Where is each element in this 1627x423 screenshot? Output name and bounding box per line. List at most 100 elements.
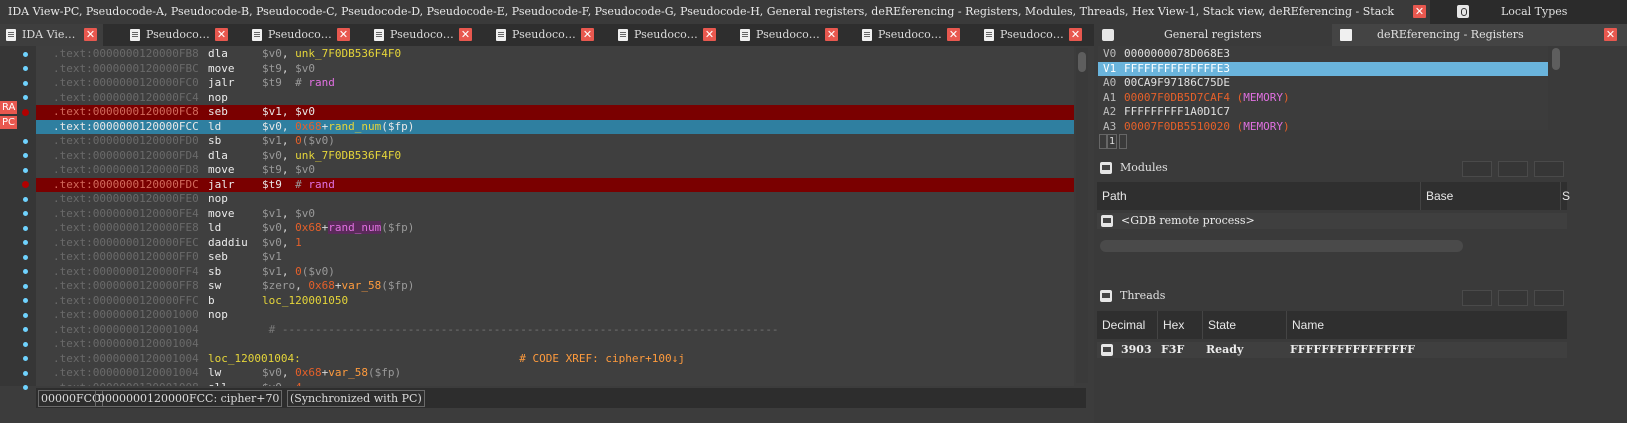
line-marker[interactable] <box>23 269 28 275</box>
tab-pseudocode[interactable]: Pseudoco… ✕ <box>856 24 966 46</box>
tab-close-button[interactable]: ✕ <box>581 28 594 41</box>
threads-panel-button[interactable] <box>1462 290 1492 306</box>
tab-pseudocode[interactable]: Pseudoco… ✕ <box>246 24 356 46</box>
disasm-line[interactable]: .text:0000000120000FBC move $t9, $v0 <box>36 62 1074 77</box>
main-tab-group[interactable]: IDA View-PC, Pseudocode-A, Pseudocode-B,… <box>0 0 1430 24</box>
tab-pseudocode[interactable]: Pseudoco… ✕ <box>612 24 722 46</box>
pager-next[interactable] <box>1119 134 1127 149</box>
disasm-line[interactable]: .text:0000000120000FE4 move $v1, $v0 <box>36 207 1074 222</box>
disasm-line[interactable]: .text:0000000120001000 nop <box>36 308 1074 323</box>
tab-deref-registers[interactable]: deREferencing - Registers ✕ <box>1332 24 1627 46</box>
disasm-line[interactable]: .text:0000000120000FC0 jalr $t9 # rand <box>36 76 1074 91</box>
column-header-name[interactable]: Name <box>1287 311 1567 339</box>
line-marker[interactable] <box>23 327 28 333</box>
disasm-line[interactable]: .text:0000000120000FE0 nop <box>36 192 1074 207</box>
disasm-line[interactable]: .text:0000000120001004 # ---------------… <box>36 323 1074 338</box>
breakpoint-marker[interactable] <box>22 108 29 116</box>
line-marker[interactable] <box>23 138 28 144</box>
disasm-line[interactable]: .text:0000000120000FFC b loc_120001050 <box>36 294 1074 309</box>
tab-close-button[interactable]: ✕ <box>825 28 838 41</box>
tab-close-button[interactable]: ✕ <box>84 28 97 41</box>
modules-panel-button[interactable] <box>1462 161 1492 177</box>
modules-panel-button[interactable] <box>1534 161 1564 177</box>
disasm-line[interactable]: .text:0000000120000FF4 sb $v1, 0($v0) <box>36 265 1074 280</box>
line-marker[interactable] <box>23 341 28 347</box>
disasm-line[interactable]: .text:0000000120000FB8 dla $v0, unk_7F0DB5… <box>36 47 1074 62</box>
tab-close-button[interactable]: ✕ <box>703 28 716 41</box>
register-row[interactable]: V0 0000000078D068E3 <box>1098 47 1548 62</box>
disasm-line[interactable]: .text:0000000120001008 sll $v0, 4 <box>36 381 1074 387</box>
disasm-line[interactable]: .text:0000000120000FEC daddiu $v0, 1 <box>36 236 1074 251</box>
tab-close-button[interactable]: ✕ <box>459 28 472 41</box>
modules-hscrollbar[interactable] <box>1100 240 1463 252</box>
scroll-thumb[interactable] <box>1552 48 1560 70</box>
disasm-line[interactable]: .text:0000000120000FD4 dla $v0, unk_7F0DB5… <box>36 149 1074 164</box>
pager-page[interactable]: 1 <box>1107 134 1117 149</box>
disasm-line[interactable]: .text:0000000120000FE8 ld $v0, 0x68+rand_n… <box>36 221 1074 236</box>
threads-panel-button[interactable] <box>1534 290 1564 306</box>
disasm-line[interactable]: .text:0000000120000FDC jalr $t9 # rand <box>36 177 1074 192</box>
line-marker[interactable] <box>23 167 28 173</box>
disasm-line[interactable]: .text:0000000120000FC8 seb $v1, $v0 <box>36 105 1074 120</box>
registers-scrollbar[interactable] <box>1551 48 1561 128</box>
tab-pseudocode[interactable]: Pseudoco… ✕ <box>490 24 600 46</box>
line-marker[interactable] <box>23 51 28 57</box>
tab-ida-view[interactable]: IDA Vie… ✕ <box>0 24 103 46</box>
disasm-line[interactable]: .text:0000000120000FC4 nop <box>36 91 1074 106</box>
threads-panel-button[interactable] <box>1498 290 1528 306</box>
line-marker[interactable] <box>23 385 28 391</box>
disasm-line[interactable]: .text:0000000120000FCC ld $v0, 0x68+rand_n… <box>36 119 1074 134</box>
table-row[interactable]: <GDB remote process> <box>1097 213 1567 229</box>
table-row[interactable]: 3903 F3F Ready FFFFFFFFFFFFFFFF <box>1097 342 1567 358</box>
line-marker[interactable] <box>23 153 28 159</box>
tab-pseudocode[interactable]: Pseudoco… ✕ <box>734 24 844 46</box>
column-header-path[interactable]: Path <box>1097 182 1421 210</box>
disasm-line[interactable]: .text:0000000120001004 lw $v0, 0x68+var_58… <box>36 366 1074 381</box>
register-row[interactable]: A1 00007F0DB5D7CAF4 (MEMORY) <box>1098 91 1548 106</box>
main-tab-close-button[interactable]: ✕ <box>1413 5 1426 18</box>
register-row[interactable]: A2 FFFFFFFFF1A0D1C7 <box>1098 105 1548 120</box>
tab-local-types[interactable]: Local Types <box>1447 0 1627 24</box>
register-row[interactable]: V1 FFFFFFFFFFFFFFE3 <box>1098 61 1548 76</box>
line-marker[interactable] <box>23 95 28 101</box>
breakpoint-marker[interactable] <box>22 181 29 189</box>
line-marker[interactable] <box>23 370 28 376</box>
line-marker[interactable] <box>23 196 28 202</box>
general-registers-list[interactable]: V0 0000000078D068E3 V1 FFFFFFFFFFFFFFE3 A0 00… <box>1098 46 1548 133</box>
disasm-line[interactable]: .text:0000000120000FD8 move $t9, $v0 <box>36 163 1074 178</box>
tab-close-button[interactable]: ✕ <box>947 28 960 41</box>
tab-pseudocode[interactable]: Pseudoco… ✕ <box>978 24 1088 46</box>
line-marker[interactable] <box>23 240 28 246</box>
line-marker[interactable] <box>23 356 28 362</box>
disasm-scrollbar[interactable] <box>1076 48 1088 383</box>
tab-close-button[interactable]: ✕ <box>337 28 350 41</box>
column-header-decimal[interactable]: Decimal <box>1097 311 1158 339</box>
register-row[interactable]: A0 00CA9F97186C75DE <box>1098 76 1548 91</box>
register-row[interactable]: A3 00007F0DB5510020 (MEMORY) <box>1098 120 1548 135</box>
column-header-size[interactable]: S <box>1561 182 1570 210</box>
tab-pseudocode[interactable]: Pseudoco… ✕ <box>124 24 234 46</box>
line-marker[interactable] <box>23 298 28 304</box>
disasm-line[interactable]: .text:0000000120001004 <box>36 337 1074 352</box>
tab-close-button[interactable]: ✕ <box>215 28 228 41</box>
tab-pseudocode[interactable]: Pseudoco… ✕ <box>368 24 478 46</box>
tab-close-button[interactable]: ✕ <box>1069 28 1082 41</box>
line-marker[interactable] <box>23 66 28 72</box>
column-header-hex[interactable]: Hex <box>1158 311 1203 339</box>
tab-close-button[interactable]: ✕ <box>1604 28 1617 41</box>
disasm-gutter[interactable]: RA PC <box>0 46 36 391</box>
column-header-base[interactable]: Base <box>1421 182 1561 210</box>
line-marker[interactable] <box>23 225 28 231</box>
column-header-state[interactable]: State <box>1203 311 1287 339</box>
line-marker[interactable] <box>23 312 28 318</box>
line-marker[interactable] <box>23 211 28 217</box>
code-label-line[interactable]: .text:0000000120001004 loc_120001004: # C… <box>36 352 1074 367</box>
line-marker[interactable] <box>23 283 28 289</box>
disasm-line[interactable]: .text:0000000120000FF8 sw $zero, 0x68+var_… <box>36 279 1074 294</box>
line-marker[interactable] <box>23 254 28 260</box>
tab-general-registers[interactable]: General registers <box>1094 24 1332 46</box>
disassembly-view[interactable]: .text:0000000120000FB8 dla $v0, unk_7F0DB5… <box>36 46 1074 386</box>
disasm-line[interactable]: .text:0000000120000FD0 sb $v1, 0($v0) <box>36 134 1074 149</box>
pager-prev[interactable] <box>1099 134 1107 149</box>
scroll-thumb[interactable] <box>1078 52 1086 72</box>
